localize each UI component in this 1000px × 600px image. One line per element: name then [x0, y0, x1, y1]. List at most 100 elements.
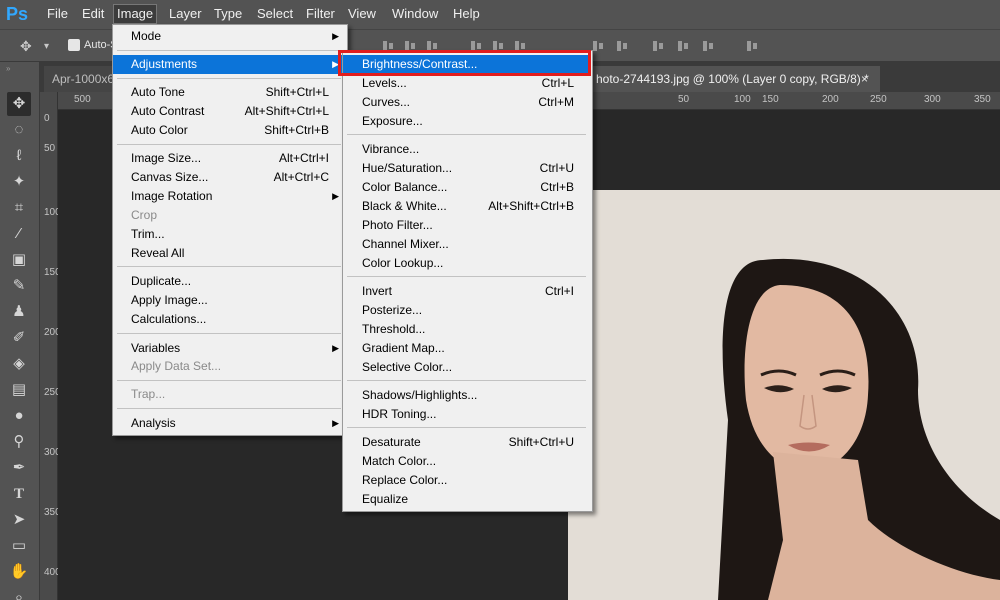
move-icon[interactable]: ✥	[20, 30, 32, 63]
portrait-illustration	[568, 190, 1000, 600]
hand-tool-icon[interactable]: ✋	[7, 560, 31, 584]
menu-item-image-size[interactable]: Image Size... Alt+Ctrl+I	[113, 149, 345, 168]
menu-help[interactable]: Help	[450, 4, 483, 24]
menu-item-trap: Trap...	[131, 387, 166, 401]
blur-tool-icon[interactable]: ●	[7, 404, 31, 428]
menu-item-curves[interactable]: Curves... Ctrl+M	[343, 93, 590, 112]
healing-brush-tool-icon[interactable]: ▣	[7, 248, 31, 272]
menu-item-hue-saturation[interactable]: Hue/Saturation... Ctrl+U	[343, 159, 590, 178]
menu-item-replace-color[interactable]: Replace Color...	[343, 471, 590, 490]
menu-view[interactable]: View	[345, 4, 379, 24]
adjustments-submenu: Brightness/Contrast... Levels... Ctrl+L C…	[342, 50, 593, 512]
menu-layer[interactable]: Layer	[166, 4, 205, 24]
menu-type[interactable]: Type	[211, 4, 245, 24]
menu-select[interactable]: Select	[254, 4, 296, 24]
ruler-left: 0 50 100 150 200 250 300 350 400	[40, 92, 61, 600]
photoshop-logo: Ps	[5, 4, 29, 24]
image-menu-dropdown: Mode ▶ Adjustments ▶ Auto Tone Shift+Ctrl+L…	[112, 24, 348, 436]
menu-item-analysis[interactable]: Analysis ▶	[113, 414, 345, 433]
menu-item-image-rotation[interactable]: Image Rotation ▶	[113, 187, 345, 206]
menu-item-calculations[interactable]: Calculations...	[113, 310, 345, 329]
highlight-callout-box	[338, 50, 591, 76]
ruler-tick: 100	[734, 94, 751, 105]
menu-item-vibrance[interactable]: Vibrance...	[343, 140, 590, 159]
menu-separator	[117, 380, 341, 381]
clone-stamp-tool-icon[interactable]: ♟	[7, 300, 31, 324]
menu-item-channel-mixer[interactable]: Channel Mixer...	[343, 235, 590, 254]
menu-item-equalize[interactable]: Equalize	[343, 490, 590, 509]
menu-filter[interactable]: Filter	[303, 4, 338, 24]
crop-tool-icon[interactable]: ⌗	[7, 196, 31, 220]
menu-item-trim[interactable]: Trim...	[113, 225, 345, 244]
menu-file[interactable]: File	[44, 4, 71, 24]
brush-tool-icon[interactable]: ✎	[7, 274, 31, 298]
distribute-icon[interactable]	[615, 39, 629, 53]
auto-align-icon[interactable]	[745, 39, 759, 53]
ruler-tick: 350	[974, 94, 991, 105]
gradient-tool-icon[interactable]: ▤	[7, 378, 31, 402]
close-icon[interactable]: ×	[861, 66, 868, 92]
menu-item-invert[interactable]: Invert Ctrl+I	[343, 282, 590, 301]
menu-item-color-lookup[interactable]: Color Lookup...	[343, 254, 590, 273]
menu-item-reveal-all[interactable]: Reveal All	[113, 244, 345, 263]
menu-item-gradient-map[interactable]: Gradient Map...	[343, 339, 590, 358]
menu-item-photo-filter[interactable]: Photo Filter...	[343, 216, 590, 235]
menu-item-adjustments[interactable]: Adjustments ▶	[113, 55, 345, 74]
dodge-tool-icon[interactable]: ⚲	[7, 430, 31, 454]
menu-separator	[117, 333, 341, 334]
ruler-tick: 500	[74, 94, 91, 105]
menu-item-apply-image[interactable]: Apply Image...	[113, 291, 345, 310]
menu-item-black-white[interactable]: Black & White... Alt+Shift+Ctrl+B	[343, 197, 590, 216]
magic-wand-tool-icon[interactable]: ✦	[7, 170, 31, 194]
move-tool-icon[interactable]: ✥	[7, 92, 31, 116]
rectangle-tool-icon[interactable]: ▭	[7, 534, 31, 558]
distribute-icon[interactable]	[651, 39, 665, 53]
document-tab-label: hoto-2744193.jpg @ 100% (Layer 0 copy, R…	[596, 72, 869, 86]
menu-item-auto-color[interactable]: Auto Color Shift+Ctrl+B	[113, 121, 345, 140]
chevron-down-icon[interactable]: ▾	[44, 30, 49, 63]
document-tab-label: Apr-1000x6	[52, 72, 115, 86]
ruler-tick: 150	[762, 94, 779, 105]
document-tab-active[interactable]: hoto-2744193.jpg @ 100% (Layer 0 copy, R…	[588, 66, 880, 92]
panel-collapse-icon[interactable]: »	[6, 64, 10, 73]
menu-item-crop: Crop	[131, 208, 158, 222]
checkbox-icon[interactable]	[68, 39, 80, 51]
menu-item-exposure[interactable]: Exposure...	[343, 112, 590, 131]
portrait-photo[interactable]	[568, 190, 1000, 600]
menu-item-hdr-toning[interactable]: HDR Toning...	[343, 405, 590, 424]
menu-item-variables[interactable]: Variables ▶	[113, 339, 345, 358]
menu-separator	[347, 134, 586, 135]
menu-item-match-color[interactable]: Match Color...	[343, 452, 590, 471]
menu-item-threshold[interactable]: Threshold...	[343, 320, 590, 339]
type-tool-icon[interactable]: T	[7, 482, 31, 506]
menu-item-duplicate[interactable]: Duplicate...	[113, 272, 345, 291]
history-brush-tool-icon[interactable]: ✐	[7, 326, 31, 350]
menu-item-desaturate[interactable]: Desaturate Shift+Ctrl+U	[343, 433, 590, 452]
eraser-tool-icon[interactable]: ◈	[7, 352, 31, 376]
menu-window[interactable]: Window	[389, 4, 441, 24]
menu-item-canvas-size[interactable]: Canvas Size... Alt+Ctrl+C	[113, 168, 345, 187]
zoom-tool-icon[interactable]: ⌕	[7, 586, 31, 600]
eyedropper-tool-icon[interactable]: ⁄	[7, 222, 31, 246]
menu-item-color-balance[interactable]: Color Balance... Ctrl+B	[343, 178, 590, 197]
menu-image[interactable]: Image	[113, 4, 158, 24]
distribute-icon[interactable]	[591, 39, 605, 53]
menu-item-auto-contrast[interactable]: Auto Contrast Alt+Shift+Ctrl+L	[113, 102, 345, 121]
submenu-arrow-icon: ▶	[332, 343, 339, 353]
menu-item-posterize[interactable]: Posterize...	[343, 301, 590, 320]
menu-edit[interactable]: Edit	[79, 4, 107, 24]
distribute-icon[interactable]	[676, 39, 690, 53]
marquee-tool-icon[interactable]: ◌	[7, 118, 31, 142]
ruler-tick: 200	[822, 94, 839, 105]
lasso-tool-icon[interactable]: ℓ	[7, 144, 31, 168]
menu-item-selective-color[interactable]: Selective Color...	[343, 358, 590, 377]
menu-item-mode[interactable]: Mode ▶	[113, 27, 345, 46]
pen-tool-icon[interactable]: ✒	[7, 456, 31, 480]
menu-item-levels[interactable]: Levels... Ctrl+L	[343, 74, 590, 93]
submenu-arrow-icon: ▶	[332, 191, 339, 201]
menu-item-auto-tone[interactable]: Auto Tone Shift+Ctrl+L	[113, 83, 345, 102]
path-selection-tool-icon[interactable]: ➤	[7, 508, 31, 532]
ruler-tick: 300	[924, 94, 941, 105]
menu-item-shadows-highlights[interactable]: Shadows/Highlights...	[343, 386, 590, 405]
distribute-icon[interactable]	[701, 39, 715, 53]
